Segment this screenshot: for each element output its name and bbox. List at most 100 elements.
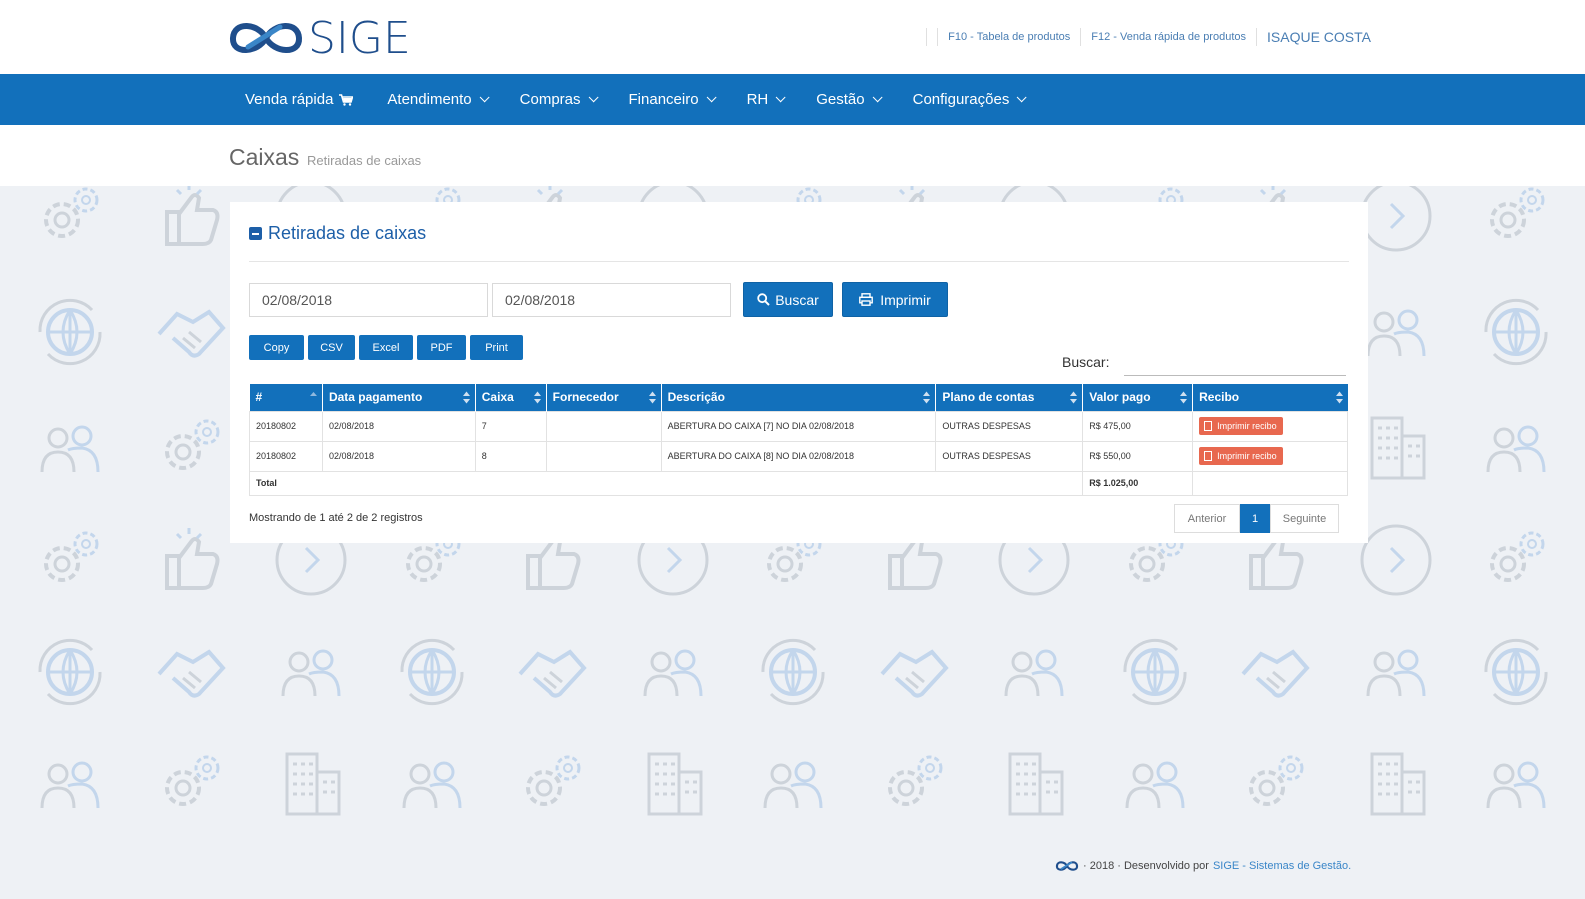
cart-icon: [339, 93, 354, 106]
top-links: F10 - Tabela de produtos F12 - Venda ráp…: [916, 28, 1371, 46]
print-receipt-button[interactable]: Imprimir recibo: [1199, 417, 1283, 435]
building-decor-icon: [1370, 752, 1425, 816]
cell-plano: OUTRAS DESPESAS: [935, 410, 1084, 442]
pagination-page-1[interactable]: 1: [1240, 504, 1270, 533]
globe-decor-icon: [1122, 638, 1187, 706]
f10-products-table-link[interactable]: F10 - Tabela de produtos: [948, 31, 1070, 43]
excel-button[interactable]: Excel: [359, 335, 413, 360]
user-name-link[interactable]: ISAQUE COSTA: [1267, 29, 1371, 45]
file-icon: [1204, 421, 1213, 431]
print-receipt-button[interactable]: Imprimir recibo: [1199, 447, 1283, 465]
footer-sige-link[interactable]: SIGE - Sistemas de Gestão.: [1213, 860, 1351, 872]
gear-decor-icon: [1249, 755, 1304, 806]
sort-icon: [923, 391, 931, 404]
people-decor-icon: [1486, 425, 1546, 473]
page-subtitle: Retiradas de caixas: [307, 153, 422, 168]
pagination: Anterior 1 Seguinte: [1174, 504, 1339, 533]
sort-icon: [462, 391, 470, 404]
sige-logo[interactable]: SIGE: [228, 13, 411, 64]
column-header-id[interactable]: #: [249, 384, 323, 411]
people-decor-icon: [1366, 309, 1425, 357]
column-header-label: Descrição: [667, 390, 725, 405]
nav-item-rh[interactable]: RH: [730, 74, 800, 125]
nav-item-label: RH: [746, 91, 769, 108]
cell-id: 20180802: [249, 410, 323, 442]
copy-button[interactable]: Copy: [249, 335, 304, 360]
total-label: Total: [248, 470, 1084, 496]
globe-decor-icon: [38, 638, 102, 706]
sort-icon: [648, 391, 656, 404]
search-icon: [757, 293, 770, 306]
hands-decor-icon: [157, 649, 226, 698]
imprimir-button[interactable]: Imprimir: [842, 282, 948, 317]
column-header-fornecedor[interactable]: Fornecedor: [546, 384, 662, 411]
people-decor-icon: [763, 761, 823, 809]
cell-valor: R$ 475,00: [1082, 410, 1194, 442]
table-row: 20180802 02/08/2018 8 ABERTURA DO CAIXA …: [249, 440, 1348, 472]
pdf-button[interactable]: PDF: [417, 335, 466, 360]
cell-data: 02/08/2018: [321, 410, 476, 442]
infinity-logo-icon: [230, 23, 302, 53]
panel-title[interactable]: Retiradas de caixas: [249, 223, 426, 244]
chevron-down-icon: [1017, 92, 1027, 103]
nav-item-financeiro[interactable]: Financeiro: [612, 74, 730, 125]
buscar-button[interactable]: Buscar: [743, 282, 833, 317]
footer: · 2018 · Desenvolvido por SIGE - Sistema…: [1055, 859, 1351, 873]
cell-fornecedor: [545, 440, 662, 472]
cell-descricao: ABERTURA DO CAIXA [8] NO DIA 02/08/2018: [660, 440, 937, 472]
people-decor-icon: [40, 425, 100, 473]
buscar-button-label: Buscar: [775, 291, 819, 308]
building-decor-icon: [1370, 416, 1425, 480]
hands-decor-icon: [157, 309, 226, 358]
divider: [1080, 28, 1082, 46]
infinity-logo-icon: [1055, 861, 1079, 871]
table-search-input[interactable]: [1124, 348, 1346, 376]
collapse-icon[interactable]: [249, 227, 262, 240]
nav-item-venda-rapida[interactable]: Venda rápida: [228, 74, 370, 125]
search-label: Buscar:: [1062, 354, 1110, 370]
f12-quick-sale-link[interactable]: F12 - Venda rápida de produtos: [1091, 31, 1246, 43]
globe-decor-icon: [38, 298, 102, 366]
top-header: SIGE F10 - Tabela de produtos F12 - Vend…: [0, 0, 1585, 74]
table-row: 20180802 02/08/2018 7 ABERTURA DO CAIXA …: [249, 410, 1348, 442]
people-decor-icon: [40, 761, 100, 809]
column-header-descricao[interactable]: Descrição: [661, 384, 937, 411]
divider: [1256, 28, 1258, 46]
nav-item-compras[interactable]: Compras: [503, 74, 612, 125]
cell-caixa: 7: [474, 410, 547, 442]
nav-item-atendimento[interactable]: Atendimento: [370, 74, 502, 125]
column-header-label: Caixa: [481, 390, 514, 405]
people-decor-icon: [1486, 761, 1546, 809]
column-header-label: Recibo: [1199, 390, 1240, 405]
people-decor-icon: [1125, 761, 1184, 809]
globe-decor-icon: [399, 638, 464, 706]
pagination-next[interactable]: Seguinte: [1270, 504, 1339, 533]
arrow-decor-icon: [1360, 524, 1431, 596]
table-header-row: # Data pagamento Caixa Fornecedor Descri…: [249, 384, 1348, 411]
cell-id: 20180802: [249, 440, 323, 472]
page-header: Caixas Retiradas de caixas: [0, 125, 1585, 186]
nav-item-configuracoes[interactable]: Configurações: [896, 74, 1041, 125]
people-decor-icon: [281, 649, 341, 697]
column-header-valor-pago[interactable]: Valor pago: [1082, 384, 1194, 411]
imprimir-button-label: Imprimir: [880, 291, 931, 308]
hands-decor-icon: [1241, 649, 1310, 698]
pagination-previous[interactable]: Anterior: [1174, 504, 1240, 533]
chevron-down-icon: [872, 92, 883, 103]
hands-decor-icon: [880, 649, 949, 698]
column-header-data-pagamento[interactable]: Data pagamento: [322, 384, 476, 411]
hands-decor-icon: [518, 649, 587, 698]
column-header-plano-de-contas[interactable]: Plano de contas: [935, 384, 1084, 411]
table-info: Mostrando de 1 até 2 de 2 registros: [249, 512, 423, 524]
nav-item-gestao[interactable]: Gestão: [799, 74, 895, 125]
main-navbar: Venda rápida Atendimento Compras Finance…: [0, 74, 1585, 125]
column-header-recibo[interactable]: Recibo: [1192, 384, 1348, 411]
date-from-input[interactable]: [249, 283, 488, 317]
sort-icon: [1335, 391, 1343, 404]
column-header-caixa[interactable]: Caixa: [475, 384, 547, 411]
csv-button[interactable]: CSV: [308, 335, 355, 360]
gear-decor-icon: [44, 531, 99, 582]
footer-text: · 2018 · Desenvolvido por: [1083, 860, 1209, 872]
date-to-input[interactable]: [492, 283, 731, 317]
print-button[interactable]: Print: [470, 335, 523, 360]
